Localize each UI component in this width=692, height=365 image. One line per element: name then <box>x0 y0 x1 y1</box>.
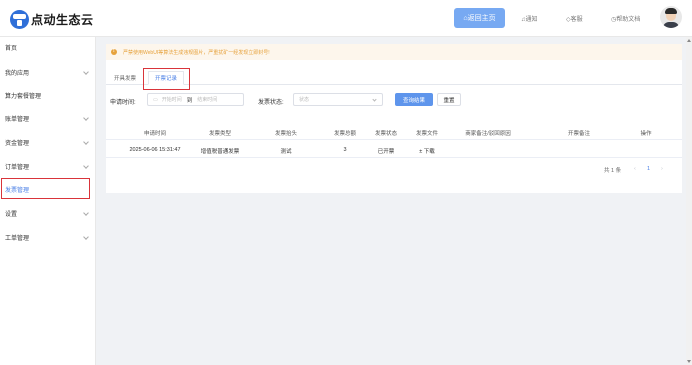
status-select[interactable]: 状态 <box>293 93 383 106</box>
sidebar-item-compute-plans[interactable]: 算力套餐管理 <box>0 85 96 105</box>
sidebar-item-label: 首页 <box>5 45 18 52</box>
sidebar-item-tickets[interactable]: 工单管理 <box>0 227 96 247</box>
avatar[interactable] <box>660 6 682 28</box>
cell-invoice-status: 已开票 <box>377 149 395 155</box>
scroll-down-icon[interactable] <box>687 360 691 363</box>
notify-link[interactable]: ♫通知 <box>521 14 538 23</box>
column-header: 发票总额 <box>333 131 357 137</box>
logo[interactable]: 点动生态云 <box>10 9 94 29</box>
sidebar-item-settings[interactable]: 设置 <box>0 203 96 223</box>
chevron-down-icon <box>83 163 89 169</box>
query-button[interactable]: 查询结果 <box>395 93 433 106</box>
status-label: 发票状态: <box>258 100 284 106</box>
cell-invoice-title: 测试 <box>280 149 292 155</box>
range-separator: 到 <box>186 97 193 104</box>
download-link[interactable]: ± 下载 <box>419 147 435 155</box>
highlight-box <box>143 68 190 90</box>
chevron-down-icon <box>83 139 89 145</box>
chevron-down-icon <box>83 234 89 240</box>
pagination-total: 共 1 条 <box>604 168 622 174</box>
chevron-down-icon <box>83 115 89 121</box>
chevron-down-icon <box>83 210 89 216</box>
logo-text: 点动生态云 <box>31 12 94 27</box>
logo-icon <box>10 9 29 29</box>
sidebar-item-label: 工单管理 <box>5 235 30 242</box>
reset-button[interactable]: 重置 <box>437 93 461 106</box>
sidebar-item-label: 设置 <box>5 211 18 218</box>
sidebar-item-my-apps[interactable]: 我的应用 <box>0 62 96 82</box>
sidebar-item-billing[interactable]: 账单管理 <box>0 108 96 128</box>
row-divider <box>106 139 682 140</box>
sidebar: 首页 我的应用 算力套餐管理 账单管理 资金管理 订单管理 发票管理 设置 工单… <box>0 37 96 365</box>
notice-banner: 严禁使用WebUI等算法生成违规图片，严重扰矿一经发现立即封号! <box>106 44 682 60</box>
date-range-picker[interactable]: ▭ 开始时间 到 结束时间 <box>147 93 244 106</box>
notice-text: 严禁使用WebUI等算法生成违规图片，严重扰矿一经发现立即封号! <box>123 49 270 56</box>
prev-page-button[interactable]: ‹ <box>634 166 636 172</box>
column-header: 发票类型 <box>208 131 232 137</box>
end-date-input[interactable]: 结束时间 <box>197 96 217 103</box>
calendar-icon: ▭ <box>153 96 158 103</box>
column-header: 发票文件 <box>415 131 439 137</box>
sidebar-item-orders[interactable]: 订单管理 <box>0 156 96 176</box>
tab-issue-invoice[interactable]: 开具发票 <box>108 71 142 85</box>
cell-invoice-type: 增值税普通发票 <box>200 149 240 155</box>
column-header: 发票抬头 <box>274 131 298 137</box>
column-header: 申请时间 <box>143 131 167 137</box>
page-number-button[interactable]: 1 <box>647 166 650 172</box>
tab-bar: 开具发票 开票记录 <box>106 71 682 85</box>
cell-invoice-amount: 3 <box>343 147 347 153</box>
sidebar-item-label: 订单管理 <box>5 164 30 171</box>
chevron-down-icon <box>83 69 89 75</box>
sidebar-item-label: 我的应用 <box>5 70 30 77</box>
apply-time-label: 申请时间: <box>110 100 136 106</box>
sidebar-item-label: 账单管理 <box>5 116 30 123</box>
home-button[interactable]: ⌂返回主页 <box>454 8 505 28</box>
start-date-input[interactable]: 开始时间 <box>162 96 182 103</box>
cell-apply-time: 2025-06-06 15:31:47 <box>129 147 181 153</box>
column-header: 开票备注 <box>567 131 591 137</box>
help-docs-link[interactable]: ◷帮助文档 <box>611 14 640 23</box>
invoice-panel: 严禁使用WebUI等算法生成违规图片，严重扰矿一经发现立即封号! 开具发票 开票… <box>106 44 682 193</box>
highlight-box <box>1 178 90 199</box>
chevron-down-icon <box>372 97 377 102</box>
page-scrollbar[interactable] <box>686 37 692 365</box>
row-divider <box>106 157 682 158</box>
column-header: 操作 <box>640 131 652 137</box>
scroll-up-icon[interactable] <box>687 39 691 42</box>
top-header: 点动生态云 ⌂返回主页 ♫通知 ◇客服 ◷帮助文档 <box>0 0 692 37</box>
warning-icon <box>111 48 117 55</box>
sidebar-item-label: 资金管理 <box>5 140 30 147</box>
next-page-button[interactable]: › <box>661 166 663 172</box>
sidebar-item-funds[interactable]: 资金管理 <box>0 132 96 152</box>
feedback-link[interactable]: ◇客服 <box>566 14 583 23</box>
column-header: 发票状态 <box>374 131 398 137</box>
sidebar-item-label: 算力套餐管理 <box>5 93 42 100</box>
column-header: 商家备注/驳回原因 <box>465 131 511 137</box>
sidebar-item-home[interactable]: 首页 <box>0 37 96 57</box>
status-placeholder: 状态 <box>299 97 310 103</box>
